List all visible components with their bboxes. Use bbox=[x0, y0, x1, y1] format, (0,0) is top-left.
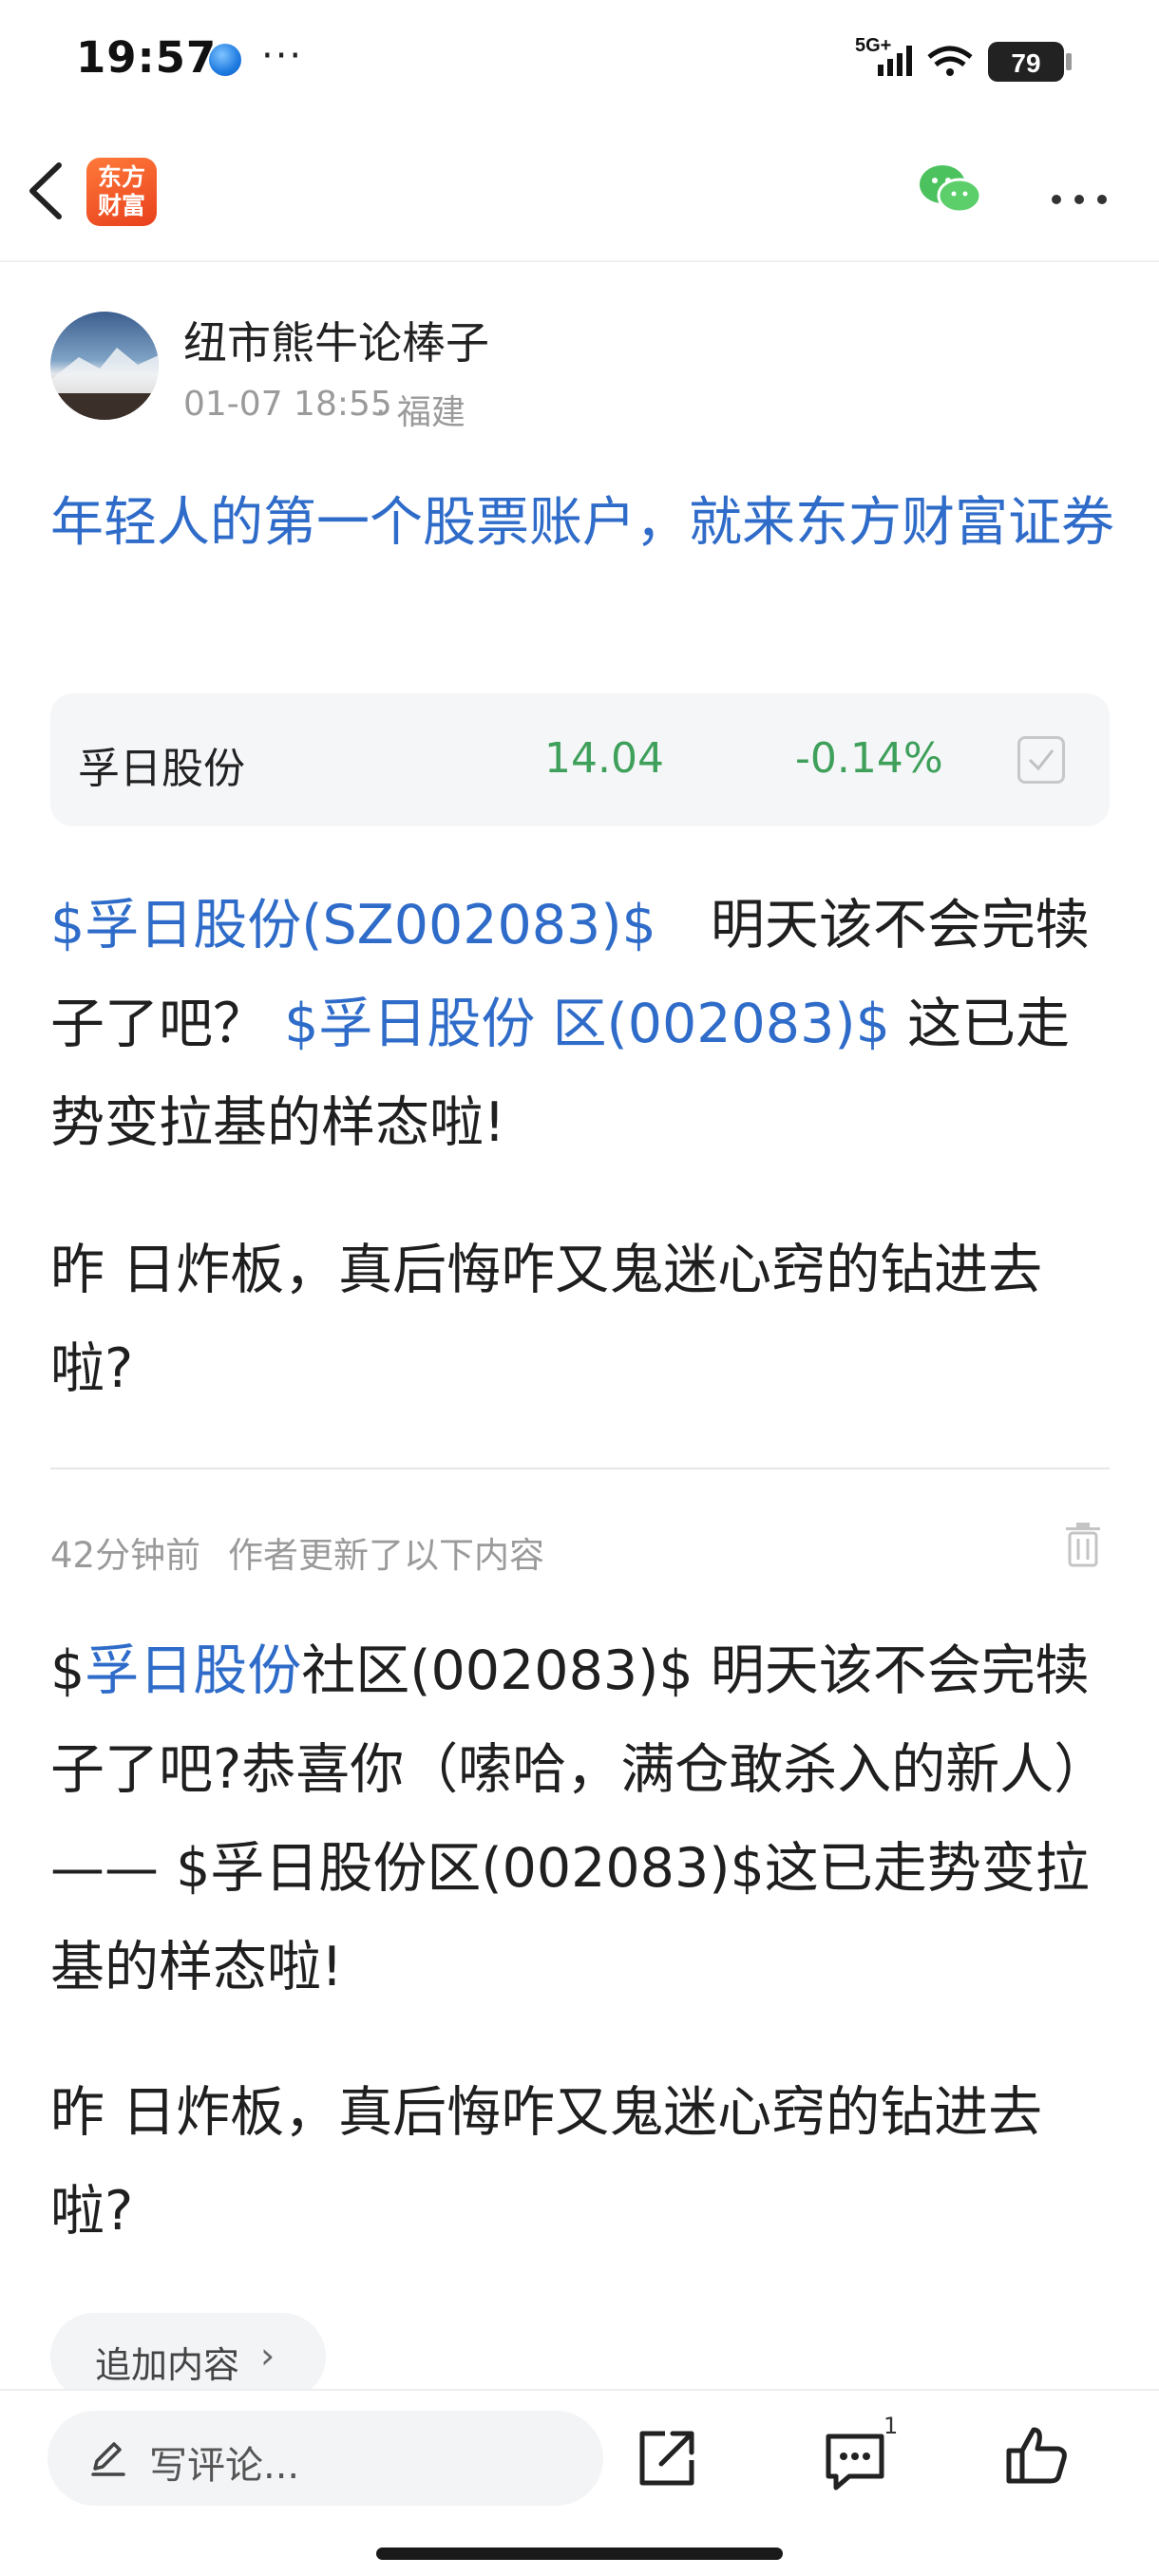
post-time: 01-07 18:55 bbox=[183, 385, 392, 424]
like-icon[interactable] bbox=[1003, 2422, 1072, 2494]
update-time: 42分钟前 bbox=[50, 1535, 201, 1576]
logo-line-1: 东方 bbox=[97, 163, 145, 191]
post-paragraph-2: 昨 日炸板，真后悔咋又鬼迷心窍的钻进去啦? bbox=[50, 1239, 1043, 1400]
comment-count: 1 bbox=[884, 2413, 899, 2439]
home-indicator[interactable] bbox=[376, 2548, 783, 2560]
bottom-divider bbox=[0, 2389, 1159, 2391]
trash-icon[interactable] bbox=[1062, 1520, 1104, 1573]
update-divider bbox=[50, 1468, 1110, 1469]
status-time: 19:57 bbox=[76, 32, 218, 83]
stock-tag-link[interactable]: $孚日股份(SZ002083)$ bbox=[50, 894, 656, 957]
status-indicators: 5G+ 79 bbox=[855, 32, 1083, 85]
update-paragraph-2: 昨 日炸板，真后悔咋又鬼迷心窍的钻进去啦? bbox=[50, 2081, 1043, 2243]
stock-tag-link[interactable]: $孚日股份 区(002083)$ bbox=[284, 993, 890, 1055]
network-type-label: 5G+ bbox=[855, 35, 891, 56]
add-watchlist-checkbox[interactable] bbox=[1017, 736, 1065, 784]
stock-name: 孚日股份 bbox=[78, 745, 245, 793]
append-content-label: 追加内容 bbox=[95, 2344, 240, 2386]
stock-tag-link[interactable]: 孚日股份 bbox=[85, 1639, 301, 1702]
comment-icon[interactable] bbox=[821, 2427, 889, 2499]
more-icon[interactable] bbox=[1049, 186, 1115, 209]
comment-placeholder: 写评论... bbox=[149, 2444, 300, 2488]
update-note: 作者更新了以下内容 bbox=[228, 1535, 544, 1576]
chevron-right-icon: › bbox=[260, 2335, 276, 2377]
post-paragraph-1: $孚日股份(SZ002083)$ 明天该不会完犊子了吧？ $孚日股份 区(002… bbox=[50, 876, 1114, 1172]
status-more-indicator: ··· bbox=[261, 34, 304, 78]
update-paragraph-1: $孚日股份社区(002083)$ 明天该不会完犊子了吧?恭喜你（嗦哈，满仓敢杀入… bbox=[50, 1621, 1114, 2017]
logo-line-2: 财富 bbox=[97, 192, 145, 219]
share-icon[interactable] bbox=[633, 2424, 701, 2496]
nav-divider bbox=[0, 260, 1159, 262]
back-icon[interactable] bbox=[21, 158, 68, 228]
check-icon bbox=[1028, 749, 1054, 771]
signal-wifi-battery-icon: 5G+ 79 bbox=[855, 35, 1072, 82]
battery-level: 79 bbox=[1011, 48, 1040, 78]
stock-price: 14.04 bbox=[544, 734, 664, 783]
promo-link[interactable]: 年轻人的第一个股票账户，就来东方财富证券 bbox=[50, 483, 1114, 564]
app-notification-icon bbox=[209, 44, 241, 76]
stock-change: -0.14% bbox=[795, 734, 943, 783]
post-text: $ bbox=[50, 1639, 86, 1702]
post-location: · 福建 bbox=[375, 393, 466, 432]
wechat-icon[interactable] bbox=[916, 160, 984, 224]
author-name[interactable]: 纽市熊牛论棒子 bbox=[183, 309, 489, 371]
author-avatar[interactable] bbox=[50, 312, 159, 420]
pen-icon bbox=[86, 2434, 131, 2484]
app-logo[interactable]: 东方 财富 bbox=[86, 158, 157, 226]
